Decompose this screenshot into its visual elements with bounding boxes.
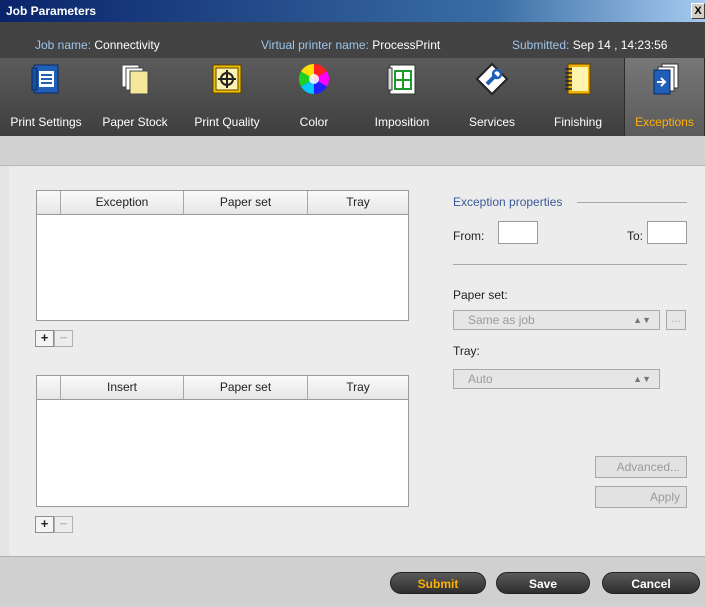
- submit-button[interactable]: Submit: [390, 572, 486, 594]
- color-wheel-icon: [298, 63, 330, 94]
- window-title: Job Parameters: [6, 4, 97, 18]
- window-titlebar: Job Parameters X: [0, 0, 705, 22]
- submitted-value: Sep 14 , 14:23:56: [572, 38, 668, 52]
- tab-label: Print Settings: [10, 115, 82, 129]
- tab-print-settings[interactable]: Print Settings: [0, 58, 92, 136]
- select-column-header[interactable]: [37, 191, 61, 214]
- tab-label: Finishing: [553, 115, 603, 129]
- insert-column-header[interactable]: Insert: [61, 376, 184, 399]
- exceptions-panel: Exception Paper set Tray + − Insert Pape…: [9, 166, 705, 556]
- imposition-icon: [387, 64, 416, 95]
- section-divider: [577, 202, 687, 203]
- tab-print-quality[interactable]: Print Quality: [178, 58, 276, 136]
- paper-set-column-header[interactable]: Paper set: [184, 191, 308, 214]
- job-name-value: Connectivity: [94, 38, 160, 52]
- tab-finishing[interactable]: Finishing: [532, 58, 624, 136]
- tray-label: Tray:: [453, 344, 480, 358]
- finishing-icon: [565, 63, 591, 95]
- job-info-bar: Job name: Connectivity Virtual printer n…: [0, 22, 705, 58]
- section-divider: [453, 264, 687, 265]
- select-arrows-icon: ▲▼: [633, 315, 651, 325]
- submitted-label: Submitted:: [512, 38, 570, 52]
- job-name-label: Job name:: [35, 38, 92, 52]
- tab-label: Exceptions: [635, 115, 694, 129]
- exceptions-table[interactable]: Exception Paper set Tray: [36, 190, 409, 321]
- inserts-table[interactable]: Insert Paper set Tray: [36, 375, 409, 507]
- paper-set-browse-button[interactable]: ...: [666, 310, 686, 330]
- add-insert-button[interactable]: +: [35, 516, 54, 533]
- paper-set-select[interactable]: Same as job ▲▼: [453, 310, 660, 330]
- to-field[interactable]: [647, 221, 687, 244]
- select-arrows-icon: ▲▼: [633, 374, 651, 384]
- tray-select[interactable]: Auto ▲▼: [453, 369, 660, 389]
- tray-value: Auto: [468, 372, 493, 386]
- tab-label: Print Quality: [194, 115, 260, 129]
- table-header: Exception Paper set Tray: [37, 191, 408, 215]
- tab-color[interactable]: Color: [276, 58, 352, 136]
- tab-services[interactable]: Services: [452, 58, 532, 136]
- submitted-info: Submitted: Sep 14 , 14:23:56: [512, 38, 667, 52]
- to-label: To:: [627, 229, 644, 243]
- remove-insert-button[interactable]: −: [54, 516, 73, 533]
- exceptions-icon: [653, 63, 678, 95]
- paper-set-value: Same as job: [468, 313, 535, 327]
- table-header: Insert Paper set Tray: [37, 376, 408, 400]
- tab-label: Imposition: [374, 115, 430, 129]
- tab-label: Paper Stock: [102, 115, 168, 129]
- paper-set-label: Paper set:: [453, 288, 508, 302]
- remove-exception-button[interactable]: −: [54, 330, 73, 347]
- paper-stock-icon: [121, 64, 149, 95]
- exception-column-header[interactable]: Exception: [61, 191, 184, 214]
- add-exception-button[interactable]: +: [35, 330, 54, 347]
- tab-imposition[interactable]: Imposition: [352, 58, 452, 136]
- from-field[interactable]: [498, 221, 538, 244]
- dialog-footer: Submit Save Cancel: [0, 556, 705, 607]
- tray-column-header[interactable]: Tray: [308, 376, 408, 399]
- printer-info: Virtual printer name: ProcessPrint: [261, 38, 440, 52]
- print-quality-icon: [212, 64, 242, 94]
- tab-paper-stock[interactable]: Paper Stock: [92, 58, 178, 136]
- printer-value: ProcessPrint: [372, 38, 441, 52]
- tab-label: Services: [468, 115, 515, 129]
- content-header-strip: [0, 136, 705, 166]
- services-icon: [475, 62, 509, 96]
- advanced-button[interactable]: Advanced...: [595, 456, 687, 478]
- printer-label: Virtual printer name:: [261, 38, 369, 52]
- parameter-toolbar: Print Settings Paper Stock Print Quality: [0, 58, 705, 152]
- exception-properties-title: Exception properties: [453, 195, 563, 209]
- job-name-info: Job name: Connectivity: [35, 38, 160, 52]
- print-settings-icon: [31, 64, 59, 94]
- close-icon[interactable]: X: [691, 3, 705, 19]
- from-label: From:: [453, 229, 485, 243]
- tray-column-header[interactable]: Tray: [308, 191, 408, 214]
- paper-set-column-header[interactable]: Paper set: [184, 376, 308, 399]
- select-column-header[interactable]: [37, 376, 61, 399]
- tab-label: Color: [299, 115, 329, 129]
- save-button[interactable]: Save: [496, 572, 590, 594]
- apply-button[interactable]: Apply: [595, 486, 687, 508]
- cancel-button[interactable]: Cancel: [602, 572, 700, 594]
